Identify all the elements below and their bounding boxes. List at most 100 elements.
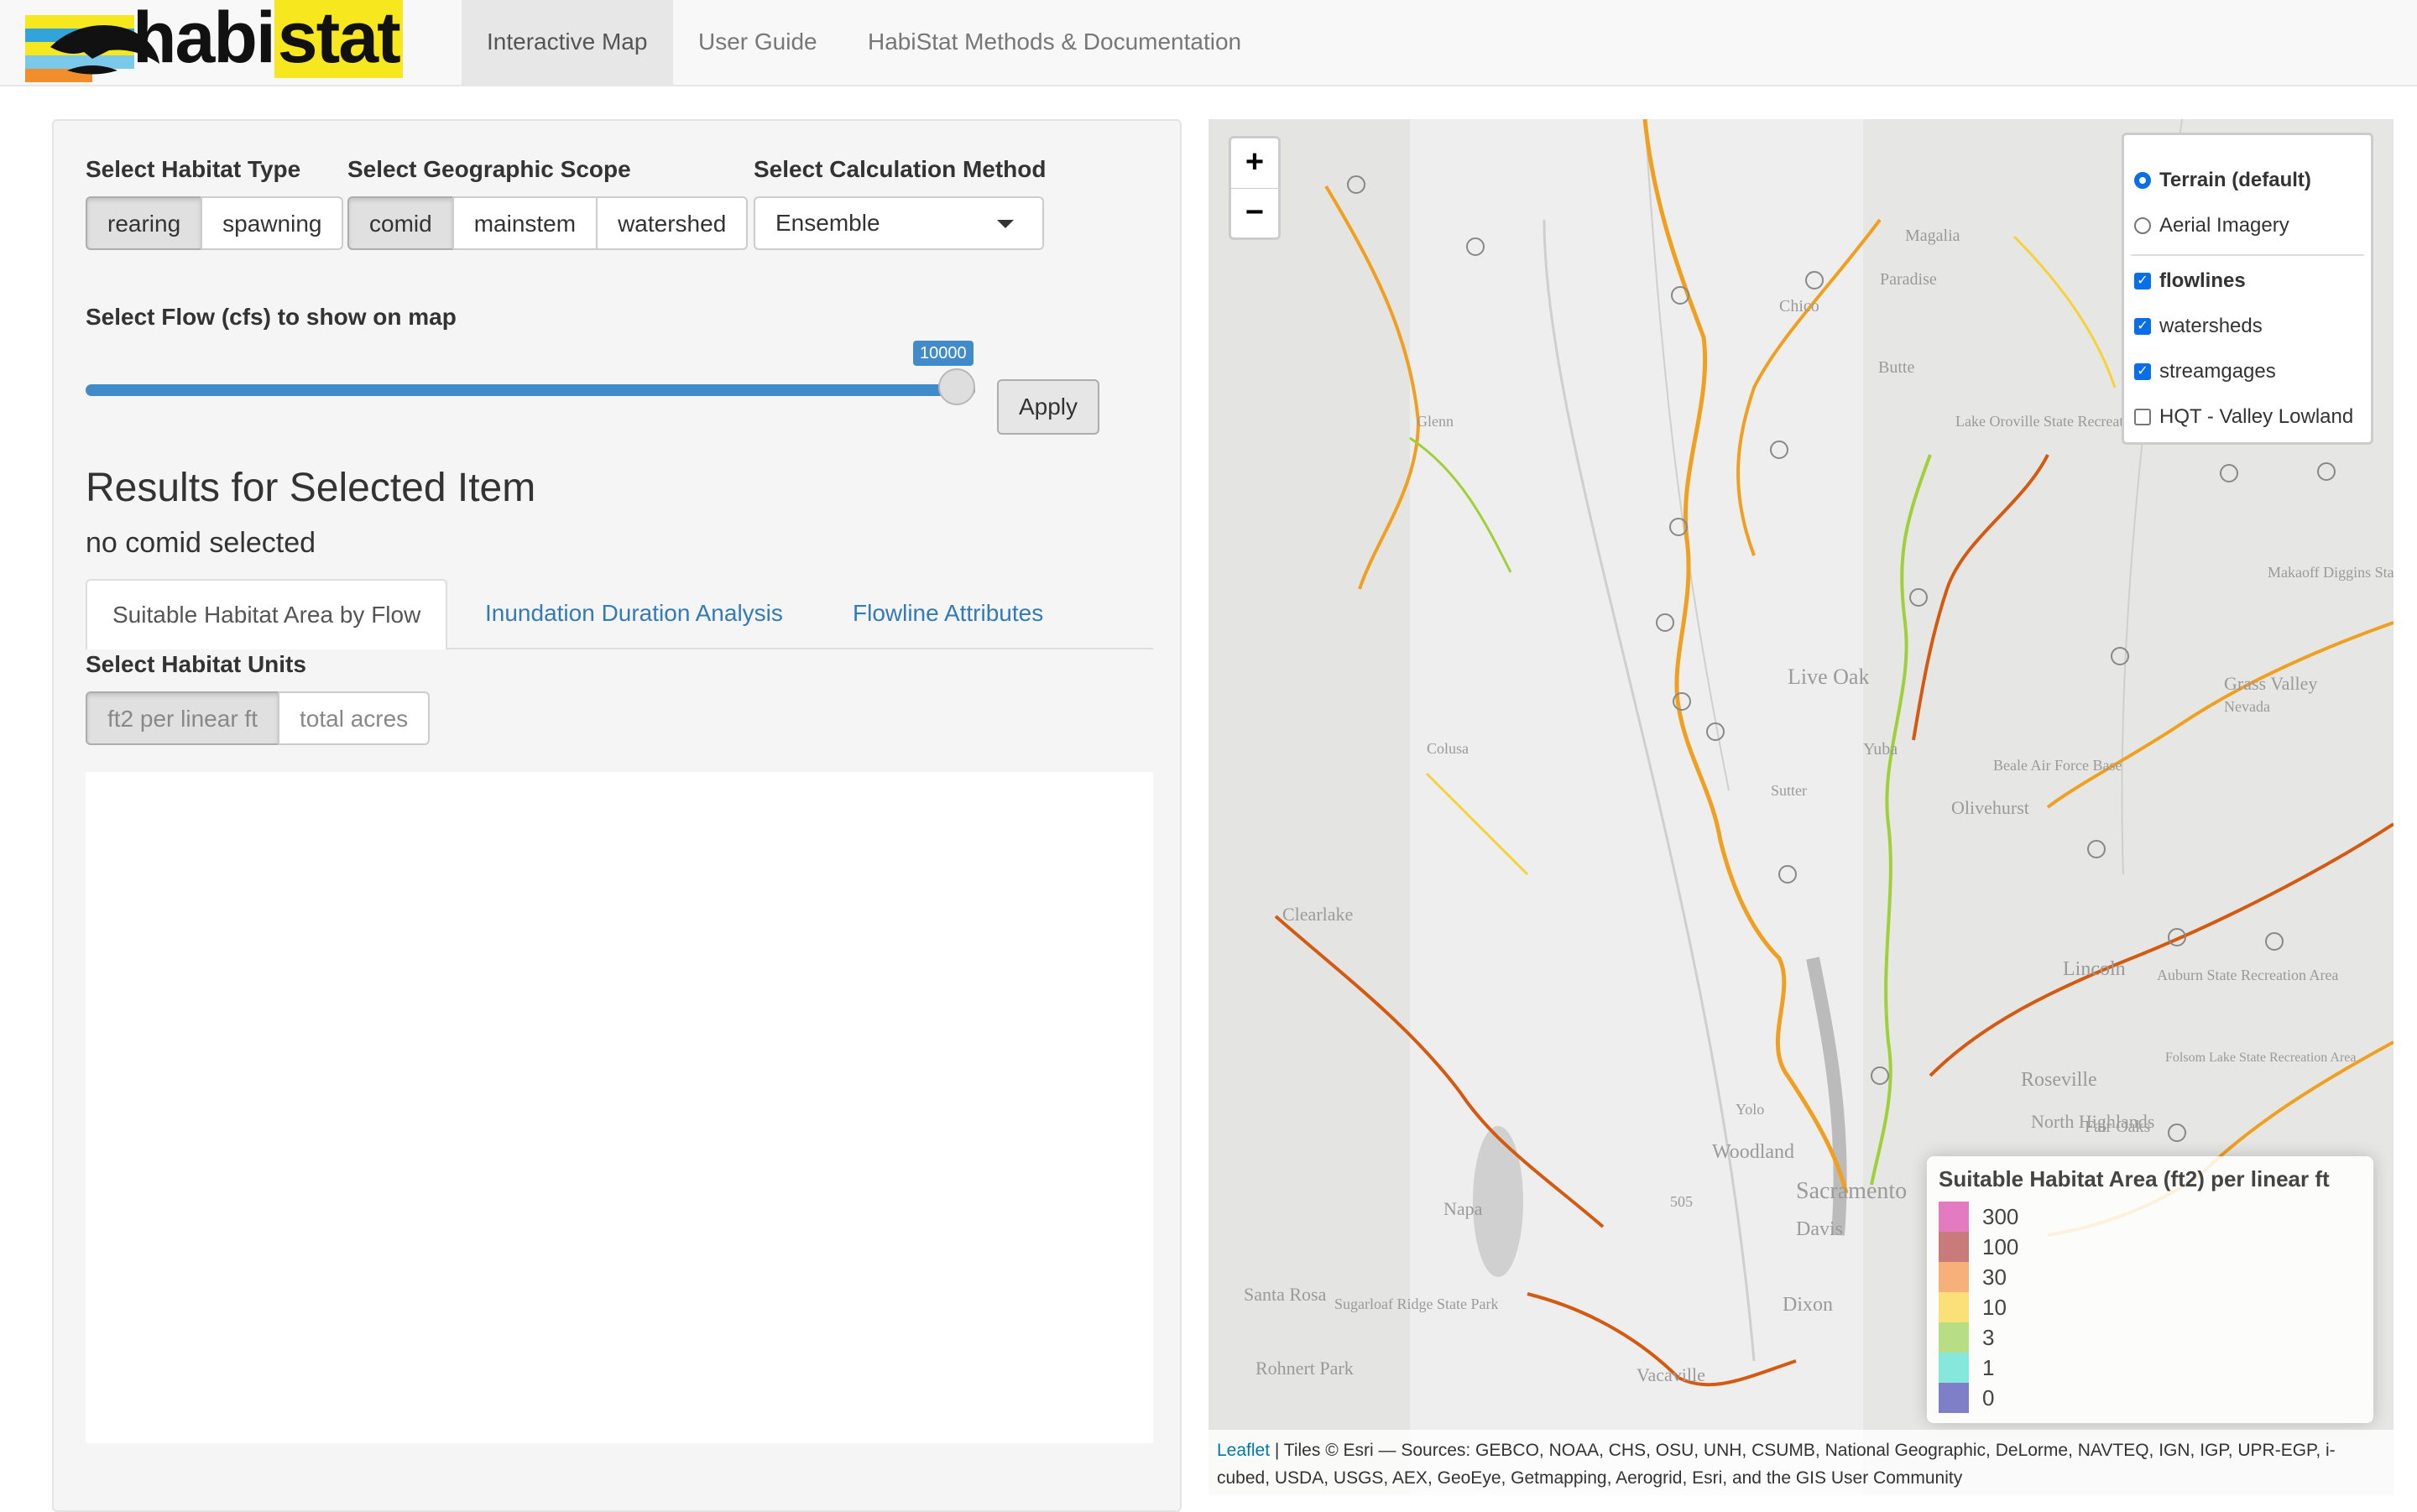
legend-item: 300 xyxy=(1939,1202,2018,1232)
results-title: Results for Selected Item xyxy=(86,466,536,510)
checkbox-checked-icon[interactable]: ✓ xyxy=(2134,363,2151,380)
map-place-label: Chico xyxy=(1779,297,1819,315)
map-place-label: Olivehurst xyxy=(1951,797,2029,818)
checkbox-checked-icon[interactable]: ✓ xyxy=(2134,273,2151,289)
map[interactable]: Magalia Paradise Chico Butte Lake Oroville S… xyxy=(1208,119,2394,1495)
checkbox-unchecked-icon[interactable] xyxy=(2134,409,2151,425)
scope-watershed-button[interactable]: watershed xyxy=(596,196,749,250)
zoom-in-button[interactable]: + xyxy=(1231,138,1278,189)
map-place-label: Beale Air Force Base xyxy=(1993,757,2122,774)
overlay-flowlines-label: flowlines xyxy=(2159,269,2246,292)
map-place-label: Paradise xyxy=(1880,270,1937,289)
base-layer-terrain[interactable]: Terrain (default) xyxy=(2134,169,2311,192)
logo-text-habi: habi xyxy=(133,0,276,78)
layer-separator xyxy=(2131,254,2364,256)
legend-item: 100 xyxy=(1939,1232,2018,1262)
attribution-text: | Tiles © Esri — Sources: GEBCO, NOAA, C… xyxy=(1217,1441,2336,1488)
legend-item: 3 xyxy=(1939,1322,1994,1353)
habitat-type-label: Select Habitat Type xyxy=(86,156,301,182)
legend-swatch xyxy=(1939,1383,1969,1413)
flow-slider-value: 10000 xyxy=(913,341,974,366)
geo-scope-label: Select Geographic Scope xyxy=(347,156,631,182)
habitat-units-group: ft2 per linear ft total acres xyxy=(86,691,431,745)
zoom-control: + − xyxy=(1229,136,1281,240)
logo-text-stat: stat xyxy=(274,0,403,78)
legend-item: 10 xyxy=(1939,1292,2007,1322)
legend-label: 100 xyxy=(1982,1233,2019,1259)
nav-interactive-map[interactable]: Interactive Map xyxy=(462,0,673,85)
legend-item: 1 xyxy=(1939,1353,1994,1383)
map-place-label: Woodland xyxy=(1712,1141,1795,1163)
legend-item: 0 xyxy=(1939,1383,1994,1413)
habistat-logo[interactable]: habistat xyxy=(25,0,428,82)
habitat-units-label: Select Habitat Units xyxy=(86,651,306,677)
base-layer-aerial-label: Aerial Imagery xyxy=(2159,214,2289,237)
overlay-watersheds-label: watersheds xyxy=(2159,315,2263,337)
overlay-hqt-valley-lowland[interactable]: HQT - Valley Lowland xyxy=(2134,405,2353,429)
caret-down-icon xyxy=(997,220,1014,228)
map-place-label: Sacramento xyxy=(1796,1178,1908,1204)
overlay-streamgages[interactable]: ✓ streamgages xyxy=(2134,360,2276,383)
calc-method-label: Select Calculation Method xyxy=(754,156,1047,182)
map-place-label: Rohnert Park xyxy=(1255,1358,1354,1379)
legend-label: 1 xyxy=(1982,1354,1995,1380)
map-legend: Suitable Habitat Area (ft2) per linear f… xyxy=(1927,1156,2373,1423)
map-place-label: Napa xyxy=(1443,1198,1483,1219)
legend-label: 30 xyxy=(1982,1264,2007,1290)
habitat-type-group: rearing spawning xyxy=(86,196,344,250)
zoom-out-button[interactable]: − xyxy=(1231,189,1278,238)
checkbox-checked-icon[interactable]: ✓ xyxy=(2134,318,2151,335)
geo-scope-group: comid mainstem watershed xyxy=(347,196,749,250)
overlay-hqt-label: HQT - Valley Lowland xyxy=(2159,405,2354,428)
legend-swatch xyxy=(1939,1322,1969,1353)
leaflet-link[interactable]: Leaflet xyxy=(1217,1441,1270,1460)
habitat-spawning-button[interactable]: spawning xyxy=(201,196,344,250)
radio-unselected-icon[interactable] xyxy=(2134,217,2151,234)
radio-selected-icon[interactable] xyxy=(2134,172,2151,189)
sidebar-panel: Select Habitat Type rearing spawning Sel… xyxy=(52,119,1182,1512)
map-place-label: Yuba xyxy=(1863,740,1898,759)
units-ft2-button[interactable]: ft2 per linear ft xyxy=(86,691,279,745)
tab-inundation-duration[interactable]: Inundation Duration Analysis xyxy=(460,579,808,648)
legend-swatch xyxy=(1939,1353,1969,1383)
map-place-label: Grass Valley xyxy=(2224,673,2318,694)
legend-swatch xyxy=(1939,1202,1969,1232)
map-place-label: Sutter xyxy=(1771,782,1807,799)
map-place-label: Yolo xyxy=(1736,1101,1765,1118)
map-place-label: Clearlake xyxy=(1282,904,1354,925)
apply-button[interactable]: Apply xyxy=(997,379,1099,435)
tab-suitable-habitat-area[interactable]: Suitable Habitat Area by Flow xyxy=(86,579,448,649)
legend-swatch xyxy=(1939,1232,1969,1262)
calc-method-select[interactable]: Ensemble xyxy=(754,196,1044,250)
map-place-label: Vacaville xyxy=(1637,1364,1705,1385)
nav-methods-documentation[interactable]: HabiStat Methods & Documentation xyxy=(843,0,1266,85)
flow-slider-fill xyxy=(86,384,975,396)
flow-slider-handle[interactable] xyxy=(938,368,975,405)
scope-mainstem-button[interactable]: mainstem xyxy=(452,196,598,250)
legend-swatch xyxy=(1939,1262,1969,1292)
tab-flowline-attributes[interactable]: Flowline Attributes xyxy=(827,579,1068,648)
map-place-label: Roseville xyxy=(2021,1069,2097,1091)
overlay-streamgages-label: streamgages xyxy=(2159,360,2276,383)
units-acres-button[interactable]: total acres xyxy=(277,691,431,745)
scope-comid-button[interactable]: comid xyxy=(347,196,454,250)
map-place-label: Folsom Lake State Recreation Area xyxy=(2165,1051,2357,1065)
map-place-label: Nevada xyxy=(2224,698,2270,715)
base-layer-aerial[interactable]: Aerial Imagery xyxy=(2134,214,2289,237)
logo-text: habistat xyxy=(133,0,403,78)
map-place-label: Glenn xyxy=(1417,413,1454,430)
flow-label: Select Flow (cfs) to show on map xyxy=(86,304,457,330)
map-place-label: Butte xyxy=(1878,358,1915,377)
legend-label: 3 xyxy=(1982,1324,1995,1350)
legend-swatch xyxy=(1939,1292,1969,1322)
overlay-watersheds[interactable]: ✓ watersheds xyxy=(2134,315,2263,338)
results-status: no comid selected xyxy=(86,527,316,559)
habitat-rearing-button[interactable]: rearing xyxy=(86,196,203,250)
overlay-flowlines[interactable]: ✓ flowlines xyxy=(2134,269,2246,293)
navbar: habistat Interactive Map User Guide Habi… xyxy=(0,0,2417,86)
legend-label: 10 xyxy=(1982,1294,2007,1320)
map-place-label: Makaoff Diggins State Hist Park xyxy=(2268,564,2394,581)
flow-slider-track[interactable] xyxy=(86,384,975,396)
map-place-label: Davis xyxy=(1796,1218,1843,1240)
nav-user-guide[interactable]: User Guide xyxy=(673,0,843,85)
